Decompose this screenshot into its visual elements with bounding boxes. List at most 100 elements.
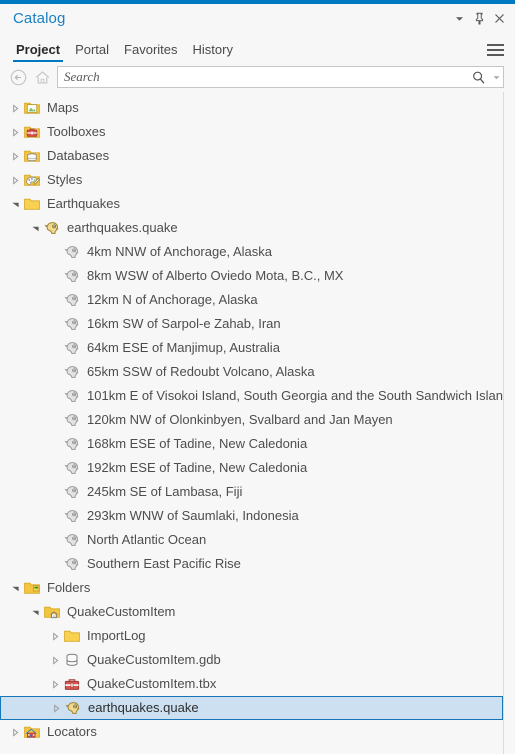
quake-item-icon [64, 246, 79, 258]
tree-twisty-none [48, 408, 62, 432]
toolbox-icon [62, 674, 82, 694]
folder-styles-icon [24, 174, 41, 186]
close-button[interactable] [490, 9, 509, 28]
tab-project[interactable]: Project [11, 42, 65, 62]
tree-row-label: Earthquakes [47, 196, 120, 211]
tree-row[interactable]: North Atlantic Ocean [0, 528, 515, 552]
tree-row[interactable]: 120km NW of Olonkinbyen, Svalbard and Ja… [0, 408, 515, 432]
tree-row[interactable]: Locators [0, 720, 515, 744]
tree-row-label: Folders [47, 580, 91, 595]
auto-hide-button[interactable] [470, 9, 489, 28]
tree-row[interactable]: 16km SW of Sarpol-e Zahab, Iran [0, 312, 515, 336]
tree-row-label: 12km N of Anchorage, Alaska [87, 292, 258, 307]
hamburger-menu-icon[interactable] [487, 44, 504, 56]
quake-item-icon [64, 510, 79, 522]
tree-twisty-collapsed[interactable] [48, 672, 62, 696]
search-box[interactable] [57, 66, 504, 88]
tree-row[interactable]: 101km E of Visokoi Island, South Georgia… [0, 384, 515, 408]
tree-row-label: earthquakes.quake [67, 220, 178, 235]
tree-row[interactable]: 64km ESE of Manjimup, Australia [0, 336, 515, 360]
tree-scroll-gutter[interactable] [504, 92, 515, 754]
chevron-right-icon [12, 103, 18, 113]
quake-item-icon [64, 294, 79, 306]
tree-twisty-none [48, 312, 62, 336]
search-row [0, 62, 515, 92]
search-submit-button[interactable] [467, 70, 489, 85]
tree-row[interactable]: QuakeCustomItem.gdb [0, 648, 515, 672]
tree-twisty-collapsed[interactable] [8, 168, 22, 192]
tree-row-label: 16km SW of Sarpol-e Zahab, Iran [87, 316, 281, 331]
menu-dropdown-button[interactable] [450, 9, 469, 28]
caret-down-icon [456, 16, 463, 21]
tree-row[interactable]: Databases [0, 144, 515, 168]
back-button[interactable] [6, 66, 30, 88]
search-options-button[interactable] [489, 73, 503, 82]
tree-row-label: ImportLog [87, 628, 146, 643]
tree-row[interactable]: ImportLog [0, 624, 515, 648]
tree-row[interactable]: QuakeCustomItem.tbx [0, 672, 515, 696]
hamburger-line-2 [487, 49, 504, 51]
tree-row[interactable]: 293km WNW of Saumlaki, Indonesia [0, 504, 515, 528]
catalog-tree-panel: Maps Toolboxes Databases Styles Earthquakes e… [0, 92, 515, 754]
tree-row-label: 4km NNW of Anchorage, Alaska [87, 244, 272, 259]
tree-row[interactable]: QuakeCustomItem [0, 600, 515, 624]
home-icon [35, 70, 49, 84]
quake-item-icon [64, 558, 79, 570]
tree-twisty-expanded[interactable] [28, 600, 42, 624]
tab-favorites[interactable]: Favorites [119, 42, 182, 62]
tree-twisty-expanded[interactable] [8, 576, 22, 600]
tree-twisty-none [48, 456, 62, 480]
tab-history[interactable]: History [188, 42, 238, 62]
chevron-right-icon [12, 127, 18, 137]
tree-twisty-collapsed[interactable] [49, 696, 63, 720]
tree-row-label: 192km ESE of Tadine, New Caledonia [87, 460, 308, 475]
tree-row[interactable]: 4km NNW of Anchorage, Alaska [0, 240, 515, 264]
tree-row[interactable]: Maps [0, 96, 515, 120]
quake-item-icon [62, 314, 82, 334]
tree-twisty-expanded[interactable] [8, 192, 22, 216]
tree-row-label: 101km E of Visokoi Island, South Georgia… [87, 388, 515, 403]
tree-row[interactable]: 168km ESE of Tadine, New Caledonia [0, 432, 515, 456]
folder-icon [64, 630, 80, 642]
tree-row[interactable]: earthquakes.quake [0, 216, 515, 240]
tree-twisty-expanded[interactable] [28, 216, 42, 240]
quake-custom-icon [65, 702, 80, 714]
tree-row[interactable]: 8km WSW of Alberto Oviedo Mota, B.C., MX [0, 264, 515, 288]
folder-toolbox-icon [22, 122, 42, 142]
tab-project-label: Project [16, 42, 61, 57]
tree-twisty-collapsed[interactable] [48, 624, 62, 648]
quake-item-icon [64, 270, 79, 282]
quake-item-icon [64, 486, 79, 498]
tree-row-label: Locators [47, 724, 97, 739]
catalog-tree[interactable]: Maps Toolboxes Databases Styles Earthquakes e… [0, 92, 515, 744]
tree-row[interactable]: 245km SE of Lambasa, Fiji [0, 480, 515, 504]
tree-twisty-none [48, 264, 62, 288]
tree-row[interactable]: 192km ESE of Tadine, New Caledonia [0, 456, 515, 480]
quake-item-icon [64, 342, 79, 354]
tree-twisty-collapsed[interactable] [8, 96, 22, 120]
tree-row[interactable]: earthquakes.quake [0, 696, 503, 720]
tree-twisty-collapsed[interactable] [48, 648, 62, 672]
tree-twisty-collapsed[interactable] [8, 120, 22, 144]
tree-row[interactable]: 65km SSW of Redoubt Volcano, Alaska [0, 360, 515, 384]
home-button[interactable] [30, 66, 54, 88]
tree-row-label: Southern East Pacific Rise [87, 556, 241, 571]
geodatabase-icon [66, 653, 78, 666]
tree-twisty-collapsed[interactable] [8, 720, 22, 744]
tree-row[interactable]: 12km N of Anchorage, Alaska [0, 288, 515, 312]
folder-icon [22, 194, 42, 214]
search-input[interactable] [58, 68, 467, 86]
tree-row[interactable]: Toolboxes [0, 120, 515, 144]
tree-twisty-collapsed[interactable] [8, 144, 22, 168]
tree-row[interactable]: Southern East Pacific Rise [0, 552, 515, 576]
tree-row-label: earthquakes.quake [88, 700, 199, 715]
tree-row[interactable]: Styles [0, 168, 515, 192]
tree-row[interactable]: Folders [0, 576, 515, 600]
tree-row[interactable]: Earthquakes [0, 192, 515, 216]
tree-row-label: QuakeCustomItem.gdb [87, 652, 221, 667]
tree-row-label: Toolboxes [47, 124, 106, 139]
quake-item-icon [62, 266, 82, 286]
tree-row-label: 168km ESE of Tadine, New Caledonia [87, 436, 308, 451]
search-icon [472, 71, 484, 84]
tab-portal[interactable]: Portal [70, 42, 114, 62]
